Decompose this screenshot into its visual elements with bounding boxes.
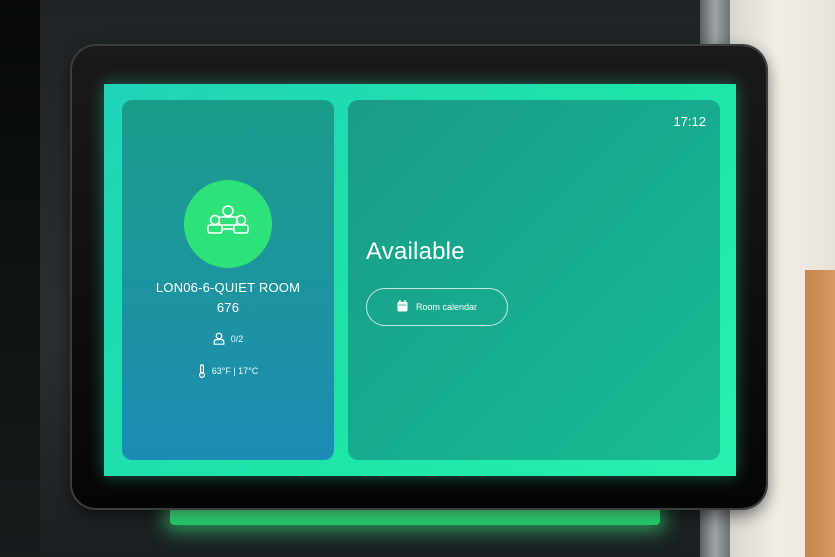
room-calendar-label: Room calendar (415, 302, 478, 312)
availability-status: Available (366, 238, 465, 265)
clock: 17:12 (673, 114, 706, 129)
led-status-bar (170, 505, 660, 525)
room-calendar-button[interactable]: Room calendar (366, 288, 508, 326)
capacity-row: 0/2 (122, 332, 334, 345)
room-avatar (184, 180, 272, 268)
availability-panel: 17:12 Available Room calendar (348, 100, 720, 460)
room-name-line-1: LON06-6-QUIET ROOM (155, 280, 301, 295)
room-name: LON06-6-QUIET ROOM 676 (122, 278, 334, 318)
temperature-value: 63°F | 17°C (211, 366, 259, 376)
people-group-icon (205, 203, 251, 246)
person-icon (213, 332, 225, 345)
device-screen: LON06-6-QUIET ROOM 676 0/2 63°F | 17°C 1… (104, 84, 736, 476)
capacity-value: 0/2 (230, 333, 244, 344)
thermometer-icon (198, 364, 206, 378)
door-frame (805, 270, 835, 557)
room-info-panel: LON06-6-QUIET ROOM 676 0/2 63°F | 17°C (122, 100, 334, 460)
calendar-icon (397, 300, 408, 314)
temperature-row: 63°F | 17°C (122, 364, 334, 378)
room-name-line-2: 676 (216, 300, 240, 315)
